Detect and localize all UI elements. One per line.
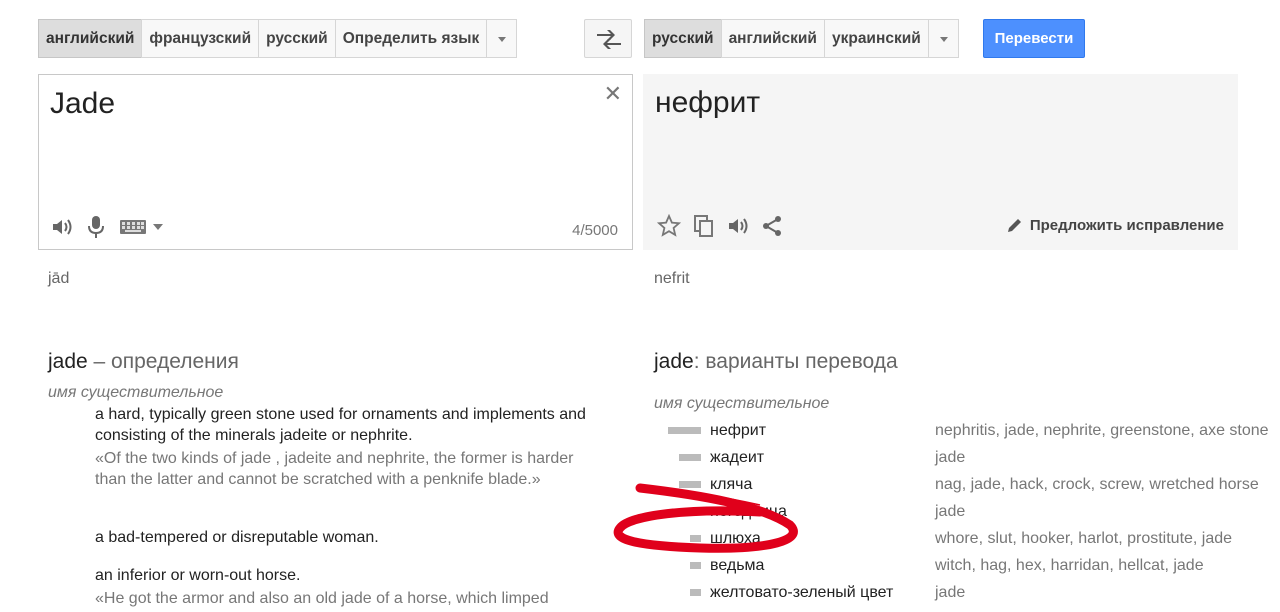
microphone-icon[interactable] — [87, 215, 105, 239]
translation-word[interactable]: кляча — [710, 471, 752, 498]
star-icon[interactable] — [657, 214, 681, 238]
keyboard-selector[interactable] — [119, 219, 163, 235]
swap-arrows-icon — [597, 30, 621, 49]
frequency-bar — [679, 481, 701, 488]
source-text-area[interactable]: Jade ✕ 4/5000 — [38, 74, 633, 250]
frequency-bar — [690, 562, 701, 569]
source-language-bar: английский французский русский Определит… — [38, 19, 518, 58]
target-lang-ukrainian[interactable]: украинский — [823, 19, 929, 58]
translations-part-of-speech: имя существительное — [654, 395, 830, 412]
definition-example: «He got the armor and also an old jade o… — [95, 590, 549, 607]
definition-item: an inferior or worn-out horse. — [95, 567, 301, 584]
translation-toolbar — [657, 214, 783, 238]
translation-synonyms[interactable]: jade — [935, 498, 965, 525]
target-lang-english[interactable]: английский — [720, 19, 825, 58]
translations-title-suffix: : варианты перевода — [693, 350, 898, 373]
speaker-icon[interactable] — [51, 217, 73, 237]
keyboard-icon — [120, 220, 146, 234]
speaker-icon[interactable] — [727, 216, 749, 236]
definitions-title: jade – определения — [48, 350, 239, 374]
source-toolbar — [51, 215, 163, 239]
source-lang-english[interactable]: английский — [38, 19, 143, 58]
pencil-icon — [1007, 219, 1021, 232]
translation-word[interactable]: негодница — [710, 498, 787, 525]
target-lang-dropdown[interactable] — [927, 19, 959, 58]
translation-synonyms[interactable]: jade — [935, 444, 965, 471]
frequency-bar — [679, 454, 701, 461]
chevron-down-icon — [153, 224, 163, 230]
translation-synonyms[interactable]: whore, slut, hooker, harlot, prostitute,… — [935, 525, 1232, 552]
translation-row: жадеит jade — [654, 444, 1240, 471]
translation-word[interactable]: жадеит — [710, 444, 764, 471]
swap-languages-button[interactable] — [584, 19, 632, 58]
target-lang-russian[interactable]: русский — [644, 19, 722, 58]
definitions-word: jade — [48, 350, 88, 373]
source-text[interactable]: Jade — [50, 87, 115, 121]
translation-row: нефрит nephritis, jade, nephrite, greenst… — [654, 417, 1269, 444]
source-lang-dropdown[interactable] — [486, 19, 518, 58]
frequency-bar — [690, 589, 701, 596]
definitions-title-suffix: – определения — [93, 350, 239, 373]
source-transliteration: jād — [48, 270, 70, 287]
translations-title: jade: варианты перевода — [654, 350, 898, 374]
translation-synonyms[interactable]: nephritis, jade, nephrite, greenstone, a… — [935, 417, 1269, 444]
definition-item: a hard, typically green stone used for o… — [95, 406, 586, 444]
translation-row: ведьма witch, hag, hex, harridan, hellcat… — [654, 552, 1240, 579]
share-icon[interactable] — [761, 215, 783, 237]
suggest-edit-label: Предложить исправление — [1029, 216, 1224, 234]
frequency-bar — [690, 535, 701, 542]
suggest-edit-link[interactable]: Предложить исправление — [1006, 216, 1224, 234]
frequency-bar — [690, 508, 701, 515]
translation-row: желтовато-зеленый цвет jade — [654, 579, 1240, 606]
translation-synonyms[interactable]: jade — [935, 579, 965, 606]
translation-word[interactable]: шлюха — [710, 525, 761, 552]
translation-row: шлюха whore, slut, hooker, harlot, prosti… — [654, 525, 1240, 552]
translation-synonyms[interactable]: nag, jade, hack, crock, screw, wretched … — [935, 471, 1259, 498]
translate-button[interactable]: Перевести — [983, 19, 1085, 58]
definition-example: «Of the two kinds of jade , jadeite and … — [95, 450, 574, 488]
translation-synonyms[interactable]: witch, hag, hex, harridan, hellcat, jade — [935, 552, 1204, 579]
target-transliteration: nefrit — [654, 270, 690, 287]
translation-text: нефрит — [655, 86, 761, 119]
translations-word: jade — [654, 350, 694, 373]
frequency-bar — [668, 427, 701, 434]
translation-word[interactable]: нефрит — [710, 417, 766, 444]
translation-row: негодница jade — [654, 498, 1240, 525]
target-language-bar: русский английский украинский — [644, 19, 959, 58]
close-icon[interactable]: ✕ — [604, 81, 622, 107]
translation-row: кляча nag, jade, hack, crock, screw, wret… — [654, 471, 1259, 498]
copy-icon[interactable] — [693, 214, 715, 238]
translation-word[interactable]: желтовато-зеленый цвет — [710, 579, 893, 606]
character-counter: 4/5000 — [572, 222, 618, 239]
source-lang-detect[interactable]: Определить язык — [334, 19, 488, 58]
definitions-part-of-speech: имя существительное — [48, 384, 224, 401]
definition-item: a bad-tempered or disreputable woman. — [95, 529, 379, 546]
source-lang-french[interactable]: французский — [141, 19, 260, 58]
translation-output: нефрит Предложить исправление — [643, 74, 1238, 250]
translation-word[interactable]: ведьма — [710, 552, 764, 579]
source-lang-russian[interactable]: русский — [258, 19, 336, 58]
